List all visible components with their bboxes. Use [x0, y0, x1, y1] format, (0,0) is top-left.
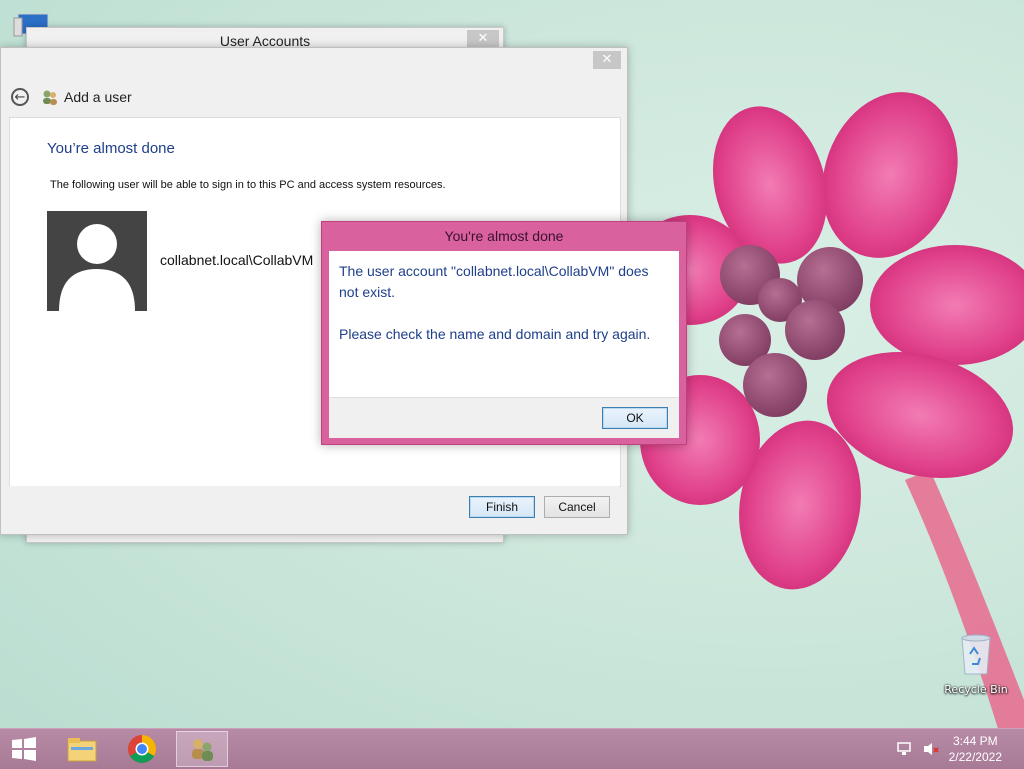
- network-icon[interactable]: [896, 741, 914, 757]
- taskbar-file-explorer[interactable]: [56, 731, 108, 767]
- taskbar: 3:44 PM 2/22/2022: [0, 728, 1024, 769]
- wizard-nav: ← Add a user: [11, 84, 132, 110]
- finish-button[interactable]: Finish: [469, 496, 535, 518]
- close-button[interactable]: ✕: [467, 30, 499, 48]
- ok-button[interactable]: OK: [602, 407, 668, 429]
- dialog-body: The user account "collabnet.local\Collab…: [329, 251, 679, 397]
- chrome-icon: [128, 735, 156, 763]
- dialog-footer: OK: [329, 397, 679, 438]
- back-arrow-icon: ←: [14, 89, 26, 105]
- cancel-button[interactable]: Cancel: [544, 496, 610, 518]
- windows-logo-icon: [12, 737, 36, 761]
- clock[interactable]: 3:44 PM 2/22/2022: [949, 733, 1002, 765]
- system-tray: [896, 729, 940, 769]
- back-arrow-button[interactable]: ←: [11, 88, 29, 106]
- start-button[interactable]: [0, 731, 48, 767]
- users-icon: [43, 90, 57, 105]
- clock-date: 2/22/2022: [948, 750, 1002, 764]
- close-icon: ✕: [601, 52, 613, 67]
- dialog-message-hint: Please check the name and domain and try…: [339, 326, 651, 342]
- user-avatar: [47, 211, 147, 311]
- taskbar-user-accounts[interactable]: [176, 731, 228, 767]
- taskbar-chrome[interactable]: [116, 731, 168, 767]
- clock-time: 3:44 PM: [952, 734, 998, 748]
- close-button[interactable]: ✕: [593, 51, 621, 69]
- nav-title: Add a user: [64, 89, 132, 105]
- folder-icon: [67, 738, 97, 762]
- dialog-title: You're almost done: [444, 228, 564, 244]
- recycle-bin-icon: [961, 634, 991, 675]
- user-silhouette-icon: [59, 224, 135, 311]
- recycle-bin-desktop-icon[interactable]: Recycle Bin: [943, 632, 1009, 696]
- description-text: The following user will be able to sign …: [50, 179, 446, 191]
- dialog-message: The user account "collabnet.local\Collab…: [339, 263, 649, 300]
- error-dialog: You're almost done The user account "col…: [321, 221, 687, 445]
- user-name-text: collabnet.local\CollabVM: [160, 252, 314, 268]
- close-icon: ✕: [477, 31, 489, 46]
- wizard-footer: Finish Cancel: [9, 486, 619, 526]
- recycle-bin-label: Recycle Bin: [944, 683, 1008, 696]
- users-icon: [192, 739, 213, 761]
- page-heading: You’re almost done: [47, 140, 175, 157]
- volume-muted-icon[interactable]: [922, 741, 940, 757]
